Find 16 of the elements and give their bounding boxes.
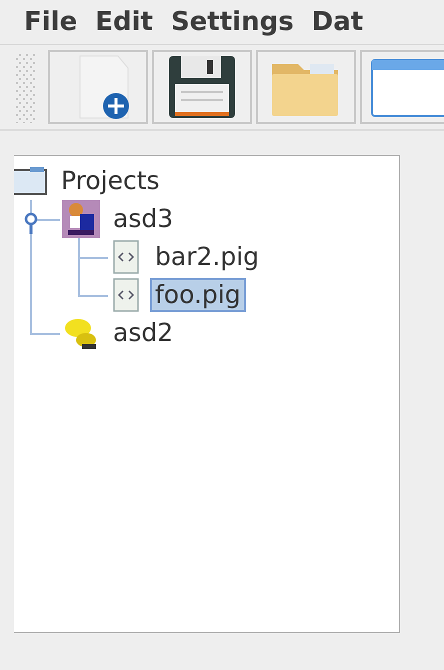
menu-item[interactable]: Edit — [95, 7, 153, 37]
tree-item[interactable]: asd2 — [108, 316, 178, 350]
menu-item[interactable]: Dat — [312, 7, 364, 37]
expand-handle-icon[interactable] — [24, 212, 38, 234]
window-button[interactable] — [360, 50, 444, 124]
save-button[interactable] — [152, 50, 252, 124]
tree-item[interactable]: bar2.pig — [150, 240, 264, 274]
folder-icon — [14, 166, 48, 196]
toolbar-grip-icon[interactable] — [14, 51, 36, 123]
tree-item[interactable]: asd3 — [108, 202, 178, 236]
menu-item[interactable]: File — [24, 7, 78, 37]
tree-item[interactable]: Projects — [56, 164, 165, 198]
menu-item[interactable]: Settings — [170, 7, 294, 37]
new-file-button[interactable] — [48, 50, 148, 124]
bear-icon — [62, 200, 100, 238]
tree-item[interactable]: foo.pig — [150, 278, 246, 312]
